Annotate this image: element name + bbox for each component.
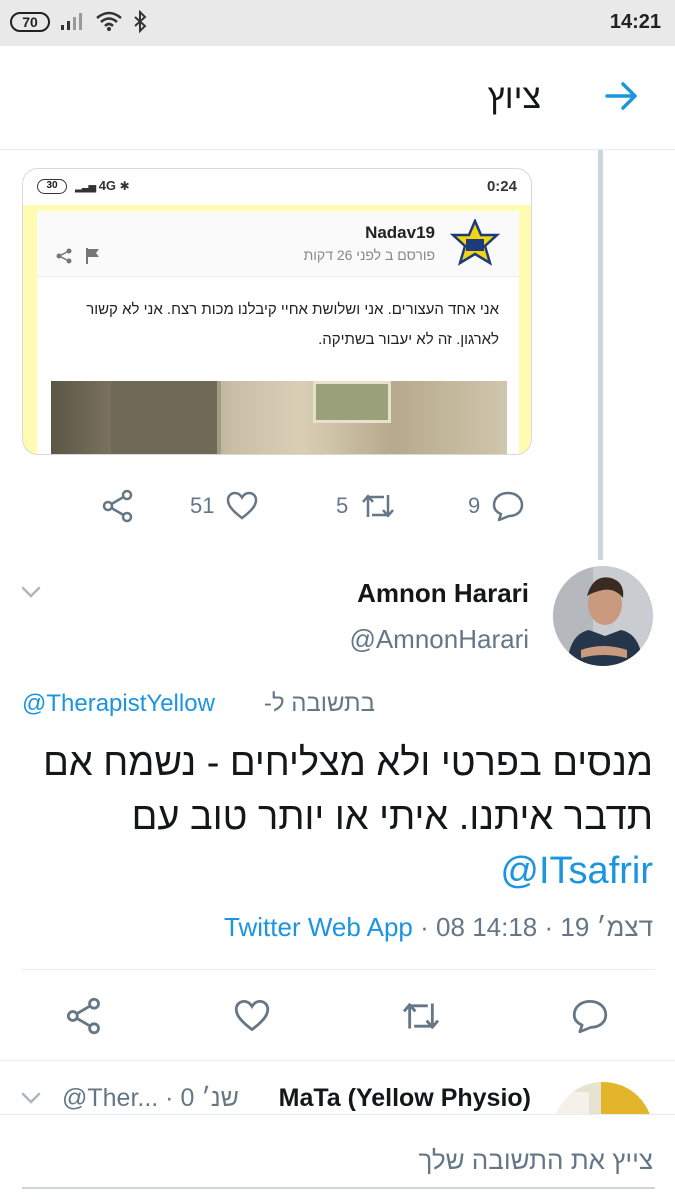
star-logo-icon bbox=[449, 219, 501, 266]
avatar[interactable] bbox=[553, 1082, 653, 1116]
signal-icon bbox=[61, 13, 82, 30]
top-app-bar: ציוץ bbox=[0, 46, 675, 150]
author-display-name[interactable]: Amnon Harari bbox=[357, 578, 529, 609]
divider bbox=[22, 969, 655, 970]
main-retweet-button[interactable] bbox=[400, 996, 442, 1036]
wifi-icon bbox=[96, 11, 122, 31]
retweet-icon bbox=[402, 1003, 440, 1029]
comment-icon bbox=[572, 999, 608, 1034]
next-author-handle[interactable]: @Ther... · 0 שנ׳ bbox=[62, 1084, 239, 1113]
embedded-post-text: אני אחד העצורים. אני ושלושת אחיי קיבלנו … bbox=[86, 301, 499, 348]
embedded-network: ▂▃▅ 4G ✱ bbox=[75, 178, 130, 193]
author-handle[interactable]: @AmnonHarari bbox=[349, 624, 529, 655]
share-icon bbox=[56, 248, 72, 264]
embedded-post-card: Nadav19 פורסם ב לפני 26 דקות אני אחד העצ… bbox=[37, 211, 519, 454]
next-tweet[interactable]: MaTa (Yellow Physio) @Ther... · 0 שנ׳ bbox=[0, 1060, 675, 1116]
share-icon bbox=[102, 489, 133, 523]
battery-indicator: 70 bbox=[10, 12, 50, 32]
heart-icon bbox=[234, 999, 270, 1032]
chevron-down-icon[interactable] bbox=[20, 584, 42, 600]
tweet-text: מנסים בפרטי ולא מצליחים - נשמח אם תדבר א… bbox=[43, 742, 653, 838]
flag-icon bbox=[86, 248, 99, 264]
photo-door bbox=[111, 381, 221, 454]
meta-separator: · bbox=[420, 912, 429, 942]
meta-separator: · bbox=[544, 912, 554, 942]
reply-context-label: בתשובה ל- bbox=[263, 690, 375, 717]
comment-icon bbox=[493, 491, 524, 522]
bluetooth-icon bbox=[134, 10, 147, 34]
main-like-button[interactable] bbox=[234, 996, 270, 1036]
reply-count: 9 bbox=[468, 493, 481, 518]
embedded-username: Nadav19 bbox=[365, 223, 435, 242]
reply-input[interactable] bbox=[22, 1133, 655, 1189]
share-button[interactable] bbox=[102, 486, 134, 526]
embedded-post-header: Nadav19 פורסם ב לפני 26 דקות bbox=[37, 211, 519, 277]
reply-button[interactable]: 9 bbox=[468, 486, 524, 526]
photo-frame bbox=[313, 381, 391, 423]
main-share-button[interactable] bbox=[66, 996, 102, 1036]
attached-image[interactable]: 30 ▂▃▅ 4G ✱ 0:24 Nadav19 פורסם ב לפני 26… bbox=[22, 168, 532, 455]
tweet-time: 14:18 bbox=[472, 912, 538, 942]
retweet-count: 5 bbox=[336, 493, 349, 518]
embedded-photo bbox=[51, 381, 507, 454]
source-link[interactable]: Twitter Web App bbox=[224, 912, 413, 942]
thread-connector bbox=[598, 150, 603, 560]
reply-to-link[interactable]: @TherapistYellow bbox=[22, 690, 215, 718]
share-icon bbox=[66, 997, 100, 1035]
status-time: 14:21 bbox=[609, 11, 661, 33]
embedded-battery: 30 bbox=[37, 179, 67, 194]
main-reply-button[interactable] bbox=[572, 996, 608, 1036]
embedded-status-bar: 30 ▂▃▅ 4G ✱ 0:24 bbox=[23, 169, 531, 205]
avatar-photo bbox=[553, 1082, 653, 1116]
status-bar: 70 14:21 bbox=[0, 0, 675, 46]
embedded-time: 0:24 bbox=[486, 178, 517, 195]
mention-link[interactable]: @ITsafrir bbox=[500, 844, 653, 898]
like-count: 51 bbox=[190, 493, 215, 518]
like-button[interactable]: 51 bbox=[190, 486, 258, 526]
avatar-photo bbox=[553, 566, 653, 666]
reply-composer bbox=[0, 1114, 675, 1200]
retweet-icon bbox=[362, 494, 395, 518]
heart-icon bbox=[227, 491, 258, 520]
page-title: ציוץ bbox=[487, 78, 541, 116]
tweet-meta: Twitter Web App · 08 דצמ׳ 19 · 14:18 bbox=[224, 912, 653, 943]
chevron-down-icon[interactable] bbox=[20, 1090, 42, 1106]
next-author-name[interactable]: MaTa (Yellow Physio) bbox=[279, 1084, 531, 1113]
embedded-posted-time: פורסם ב לפני 26 דקות bbox=[303, 247, 435, 263]
retweet-button[interactable]: 5 bbox=[336, 486, 396, 526]
avatar[interactable] bbox=[553, 566, 653, 666]
arrow-right-icon[interactable] bbox=[603, 78, 639, 114]
